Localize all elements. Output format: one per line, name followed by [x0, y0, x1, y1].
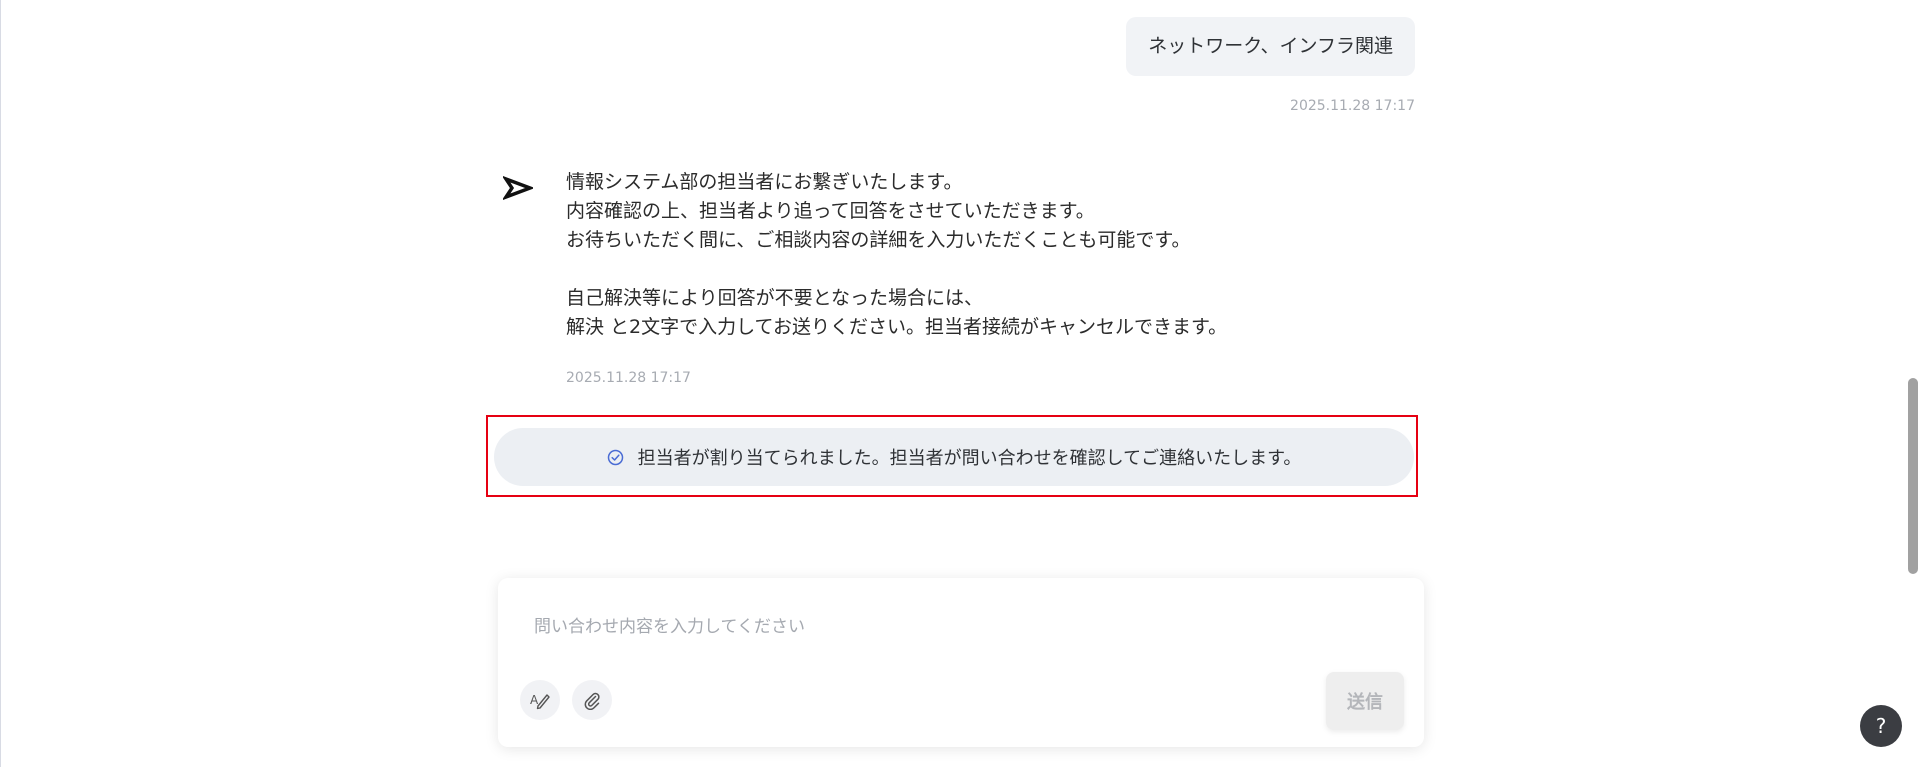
- user-message-timestamp: 2025.11.28 17:17: [1290, 98, 1415, 114]
- message-input[interactable]: [534, 612, 1374, 642]
- attach-file-button[interactable]: [572, 680, 612, 720]
- send-arrow-icon: [503, 176, 533, 200]
- user-message-bubble: ネットワーク、インフラ関連: [1126, 17, 1415, 76]
- scrollbar-thumb[interactable]: [1908, 378, 1918, 574]
- ai-assist-button[interactable]: A: [520, 680, 560, 720]
- bot-message-text: 情報システム部の担当者にお繋ぎいたします。 内容確認の上、担当者より追って回答を…: [566, 171, 1228, 338]
- highlight-frame: [486, 415, 1418, 497]
- page-left-border: [0, 0, 1, 767]
- svg-text:A: A: [530, 693, 539, 707]
- ai-assist-icon: A: [530, 693, 550, 710]
- user-message-text: ネットワーク、インフラ関連: [1148, 35, 1393, 57]
- send-button[interactable]: 送信: [1326, 672, 1404, 730]
- message-composer: A 送信: [498, 578, 1424, 747]
- help-button[interactable]: ?: [1860, 705, 1902, 747]
- paperclip-icon: [584, 692, 600, 710]
- bot-message-timestamp: 2025.11.28 17:17: [566, 370, 691, 386]
